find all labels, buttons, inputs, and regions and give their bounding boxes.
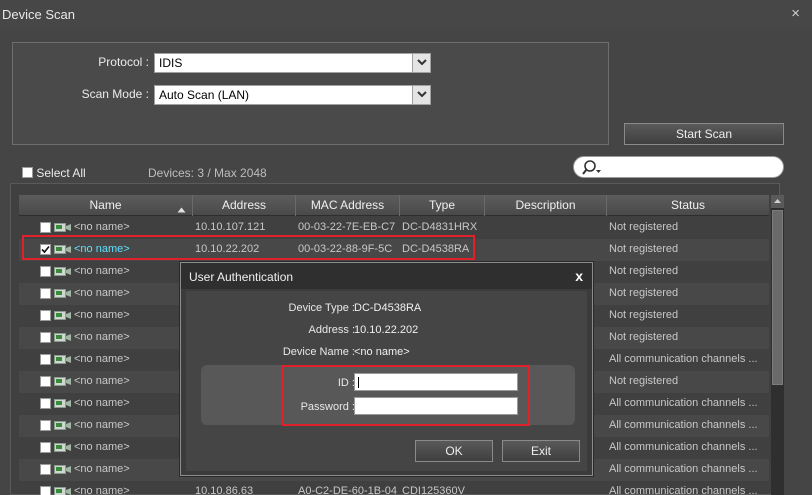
row-address: 10.10.107.121 xyxy=(195,221,266,233)
credentials-highlight xyxy=(282,365,530,426)
row-name: <no name> xyxy=(74,463,130,475)
device-icon xyxy=(54,377,72,390)
row-checkbox[interactable] xyxy=(40,398,51,409)
device-icon xyxy=(54,421,72,434)
search-icon xyxy=(582,160,602,179)
row-address: 10.10.86.63 xyxy=(195,485,254,495)
row-name: <no name> xyxy=(74,419,130,431)
device-icon xyxy=(54,267,72,280)
column-description[interactable]: Description xyxy=(485,195,607,216)
row-mac: A0-C2-DE-60-1B-04 xyxy=(298,485,398,495)
device-icon xyxy=(54,311,72,324)
address-value: 10.10.22.202 xyxy=(354,324,419,336)
device-icon xyxy=(54,443,72,456)
row-name: <no name> xyxy=(74,375,130,387)
scan-mode-label: Scan Mode : xyxy=(81,87,149,101)
row-status: All communication channels ... xyxy=(609,463,758,475)
device-name-value: <no name> xyxy=(354,346,410,358)
row-status: Not registered xyxy=(609,265,679,277)
row-status: All communication channels ... xyxy=(609,441,758,453)
dialog-title-bar: User Authentication x xyxy=(181,263,592,289)
dropdown-arrow-icon[interactable] xyxy=(412,86,430,104)
row-mac: 00-03-22-7E-EB-C7 xyxy=(298,221,396,233)
device-icon xyxy=(54,289,72,302)
address-label: Address : xyxy=(308,324,355,336)
row-status: All communication channels ... xyxy=(609,485,758,495)
row-checkbox[interactable] xyxy=(40,288,51,299)
row-checkbox[interactable] xyxy=(40,310,51,321)
scan-mode-value: Auto Scan (LAN) xyxy=(159,88,250,102)
device-icon xyxy=(54,487,72,495)
row-name: <no name> xyxy=(74,287,130,299)
start-scan-button[interactable]: Start Scan xyxy=(624,123,784,145)
dialog-title: User Authentication xyxy=(189,270,294,284)
dialog-close-icon[interactable]: x xyxy=(575,268,583,284)
row-type: DC-D4831HRX xyxy=(402,221,478,233)
row-checkbox[interactable] xyxy=(40,486,51,495)
row-name: <no name> xyxy=(74,397,130,409)
row-status: All communication channels ... xyxy=(609,353,758,365)
select-all-label: Select All xyxy=(36,166,86,180)
row-type: CDI125360V xyxy=(402,485,465,495)
row-name: <no name> xyxy=(74,265,130,277)
device-count: Devices: 3 / Max 2048 xyxy=(148,166,267,180)
row-name: <no name> xyxy=(74,309,130,321)
ok-button[interactable]: OK xyxy=(415,440,493,462)
dropdown-arrow-icon[interactable] xyxy=(412,54,430,72)
device-icon xyxy=(54,399,72,412)
row-status: Not registered xyxy=(609,221,679,233)
device-name-label: Device Name : xyxy=(282,346,355,358)
row-checkbox[interactable] xyxy=(40,222,51,233)
protocol-value: IDIS xyxy=(159,56,183,70)
row-status: All communication channels ... xyxy=(609,397,758,409)
row-name: <no name> xyxy=(74,331,130,343)
column-name[interactable]: Name xyxy=(19,195,193,216)
close-icon[interactable]: × xyxy=(791,5,800,22)
column-address[interactable]: Address xyxy=(193,195,296,216)
device-type-label: Device Type : xyxy=(288,302,355,314)
protocol-label: Protocol : xyxy=(98,55,149,69)
device-icon xyxy=(54,465,72,478)
scrollbar-thumb[interactable] xyxy=(772,210,783,385)
selected-row-highlight xyxy=(22,235,475,260)
select-all-checkbox[interactable] xyxy=(22,167,33,178)
column-mac[interactable]: MAC Address xyxy=(296,195,400,216)
search-input[interactable] xyxy=(573,156,784,178)
table-header: Name Address MAC Address Type Descriptio… xyxy=(19,195,769,216)
title-bar: Device Scan × xyxy=(0,0,812,28)
row-status: Not registered xyxy=(609,243,679,255)
row-status: Not registered xyxy=(609,309,679,321)
device-icon xyxy=(54,333,72,346)
row-checkbox[interactable] xyxy=(40,420,51,431)
row-status: Not registered xyxy=(609,375,679,387)
row-status: Not registered xyxy=(609,287,679,299)
scroll-up-icon[interactable] xyxy=(771,195,784,208)
column-type[interactable]: Type xyxy=(400,195,485,216)
row-name: <no name> xyxy=(74,221,130,233)
exit-button[interactable]: Exit xyxy=(502,440,580,462)
column-status[interactable]: Status xyxy=(607,195,769,216)
device-icon xyxy=(54,355,72,368)
vertical-scrollbar[interactable] xyxy=(771,195,784,495)
device-type-value: DC-D4538RA xyxy=(354,302,422,314)
scan-mode-select[interactable]: Auto Scan (LAN) xyxy=(154,85,431,105)
protocol-select[interactable]: IDIS xyxy=(154,53,431,73)
row-status: All communication channels ... xyxy=(609,419,758,431)
row-checkbox[interactable] xyxy=(40,464,51,475)
row-name: <no name> xyxy=(74,353,130,365)
select-all[interactable]: Select All xyxy=(22,166,86,180)
row-checkbox[interactable] xyxy=(40,442,51,453)
window-title: Device Scan xyxy=(2,7,75,22)
table-row[interactable]: <no name> 10.10.86.63 A0-C2-DE-60-1B-04 CDI… xyxy=(19,481,769,495)
scan-settings-panel: Protocol : IDIS Scan Mode : Auto Scan (L… xyxy=(12,42,609,145)
row-checkbox[interactable] xyxy=(40,266,51,277)
row-name: <no name> xyxy=(74,485,130,495)
row-status: Not registered xyxy=(609,331,679,343)
row-name: <no name> xyxy=(74,441,130,453)
row-checkbox[interactable] xyxy=(40,376,51,387)
row-checkbox[interactable] xyxy=(40,354,51,365)
row-checkbox[interactable] xyxy=(40,332,51,343)
